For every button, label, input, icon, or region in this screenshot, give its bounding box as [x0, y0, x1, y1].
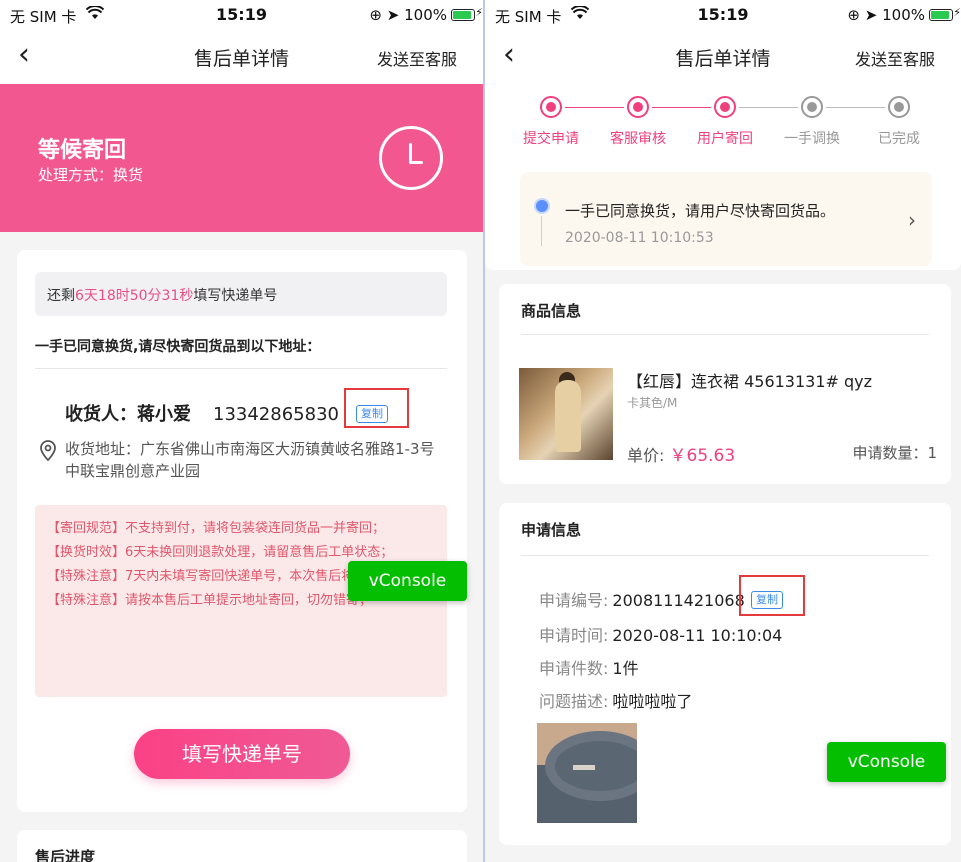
- progress-message: 一手已同意换货，请用户尽快寄回货品。: [565, 202, 836, 220]
- divider: [521, 555, 929, 556]
- send-to-service-button[interactable]: 发送至客服: [377, 46, 457, 70]
- apply-time-row: 申请时间: 2020-08-11 10:10:04: [539, 622, 782, 646]
- receiver-phone: 13342865830: [213, 404, 339, 425]
- product-name: 【红唇】连衣裙 45613131# qyz: [627, 372, 873, 391]
- highlight-box: [739, 575, 805, 616]
- goods-info-card: 商品信息 【红唇】连衣裙 45613131# qyz 卡其色/M 单价: ￥65…: [499, 284, 951, 484]
- field-value: 1件: [612, 659, 639, 678]
- step-label: 客服审核: [610, 131, 666, 147]
- step-dot-icon: [714, 96, 736, 118]
- field-label: 问题描述:: [539, 692, 609, 711]
- vconsole-button[interactable]: vConsole: [827, 742, 946, 782]
- price-value: ￥65.63: [669, 446, 736, 466]
- progress-entry[interactable]: 一手已同意换货，请用户尽快寄回货品。 2020-08-11 10:10:53 ›: [520, 172, 932, 266]
- left-screen: 无 SIM 卡 15:19 ⊕ ➤ 100% ⚡ ‹ 售后单详情 发送至客服 等…: [0, 0, 483, 862]
- step-connector: [739, 107, 798, 108]
- receiver-line: 收货人：蒋小爱 13342865830: [65, 400, 339, 426]
- countdown-prefix: 还剩: [47, 288, 75, 304]
- notice-box: 【寄回规范】不支持到付，请将包装袋连同货品一并寄回； 【换货时效】6天未换回则退…: [35, 505, 447, 697]
- battery-icon: [451, 9, 475, 21]
- problem-desc-row: 问题描述: 啦啦啦啦了: [539, 688, 692, 712]
- step-dot-icon: [801, 96, 823, 118]
- step-label: 已完成: [878, 131, 920, 147]
- countdown-banner: 还剩6天18时50分31秒填写快递单号: [35, 272, 447, 316]
- fill-tracking-number-button[interactable]: 填写快递单号: [134, 729, 350, 779]
- countdown-time: 6天18时50分31秒: [75, 288, 194, 304]
- countdown-suffix: 填写快递单号: [193, 288, 278, 304]
- location-pin-icon: [39, 440, 57, 468]
- agree-text: 一手已同意换货,请尽快寄回货品到以下地址：: [35, 339, 321, 355]
- status-bar: 无 SIM 卡 15:19 ⊕ ➤ 100% ⚡: [485, 0, 961, 30]
- field-value: 2008111421068: [612, 591, 745, 610]
- status-header: 等候寄回 处理方式：换货: [0, 84, 483, 232]
- product-spec: 卡其色/M: [627, 396, 678, 410]
- section-title: 商品信息: [521, 302, 582, 320]
- divider: [35, 368, 447, 369]
- unit-price: 单价: ￥65.63: [627, 441, 735, 466]
- timeline-line: [541, 216, 542, 246]
- step-dot-icon: [540, 96, 562, 118]
- step-connector: [652, 107, 711, 108]
- vconsole-button[interactable]: vConsole: [348, 561, 467, 601]
- timeline-dot-icon: [534, 198, 550, 214]
- apply-info-card: 申请信息 申请编号: 2008111421068 复制 申请时间: 2020-08-…: [499, 503, 951, 845]
- step-dot-icon: [627, 96, 649, 118]
- evidence-image[interactable]: [537, 723, 637, 823]
- status-bar: 无 SIM 卡 15:19 ⊕ ➤ 100% ⚡: [0, 0, 483, 30]
- field-label: 申请时间:: [539, 626, 609, 645]
- step-dot-icon: [888, 96, 910, 118]
- field-label: 申请编号:: [539, 591, 609, 610]
- progress-stepper-card: 提交申请 客服审核 用户寄回 一手调换 已完成 一手已同意换货，请用户尽快寄回货品。 2…: [485, 84, 961, 270]
- send-to-service-button[interactable]: 发送至客服: [855, 46, 935, 70]
- notice-line: 【寄回规范】不支持到付，请将包装袋连同货品一并寄回；: [47, 521, 386, 536]
- field-value: 啦啦啦啦了: [612, 692, 693, 711]
- apply-number-row: 申请编号: 2008111421068: [539, 587, 745, 611]
- highlight-box: [344, 388, 409, 428]
- process-method: 处理方式：换货: [38, 166, 144, 184]
- clock-icon: [379, 126, 443, 190]
- battery-icon: [929, 9, 953, 21]
- address-text: 收货地址：广东省佛山市南海区大沥镇黄岐名雅路1-3号中联宝鼎创意产业园: [65, 440, 435, 480]
- section-title: 售后进度: [35, 848, 96, 862]
- status-icons: ⊕ ➤ 100%: [847, 6, 925, 24]
- step-connector: [565, 107, 624, 108]
- step-label: 提交申请: [523, 131, 579, 147]
- product-image: [519, 368, 613, 460]
- charging-icon: ⚡: [953, 6, 961, 19]
- charging-icon: ⚡: [475, 6, 483, 19]
- nav-bar: ‹ 售后单详情 发送至客服: [485, 30, 961, 84]
- apply-count-row: 申请件数: 1件: [539, 655, 639, 679]
- battery-percent: 100%: [404, 6, 447, 24]
- divider: [521, 334, 929, 335]
- section-title: 申请信息: [521, 521, 582, 539]
- progress-card: 售后进度: [17, 830, 467, 862]
- chevron-right-icon: ›: [908, 208, 916, 232]
- field-value: 2020-08-11 10:10:04: [612, 626, 783, 645]
- apply-quantity: 申请数量：1: [852, 444, 937, 462]
- step-label: 一手调换: [784, 131, 840, 147]
- right-screen: 无 SIM 卡 15:19 ⊕ ➤ 100% ⚡ ‹ 售后单详情 发送至客服 提…: [485, 0, 961, 862]
- step-connector: [826, 107, 885, 108]
- step-label: 用户寄回: [697, 131, 753, 147]
- receiver-name: 收货人：蒋小爱: [65, 404, 191, 425]
- price-label: 单价:: [627, 446, 665, 465]
- field-label: 申请件数:: [539, 659, 609, 678]
- status-icons: ⊕ ➤ 100%: [369, 6, 447, 24]
- nav-bar: ‹ 售后单详情 发送至客服: [0, 30, 483, 84]
- aftersale-status: 等候寄回: [38, 138, 127, 163]
- address-block: 收货地址：广东省佛山市南海区大沥镇黄岐名雅路1-3号中联宝鼎创意产业园: [39, 438, 449, 482]
- return-info-card: 还剩6天18时50分31秒填写快递单号 一手已同意换货,请尽快寄回货品到以下地址…: [17, 250, 467, 812]
- progress-time: 2020-08-11 10:10:53: [565, 230, 714, 246]
- battery-percent: 100%: [882, 6, 925, 24]
